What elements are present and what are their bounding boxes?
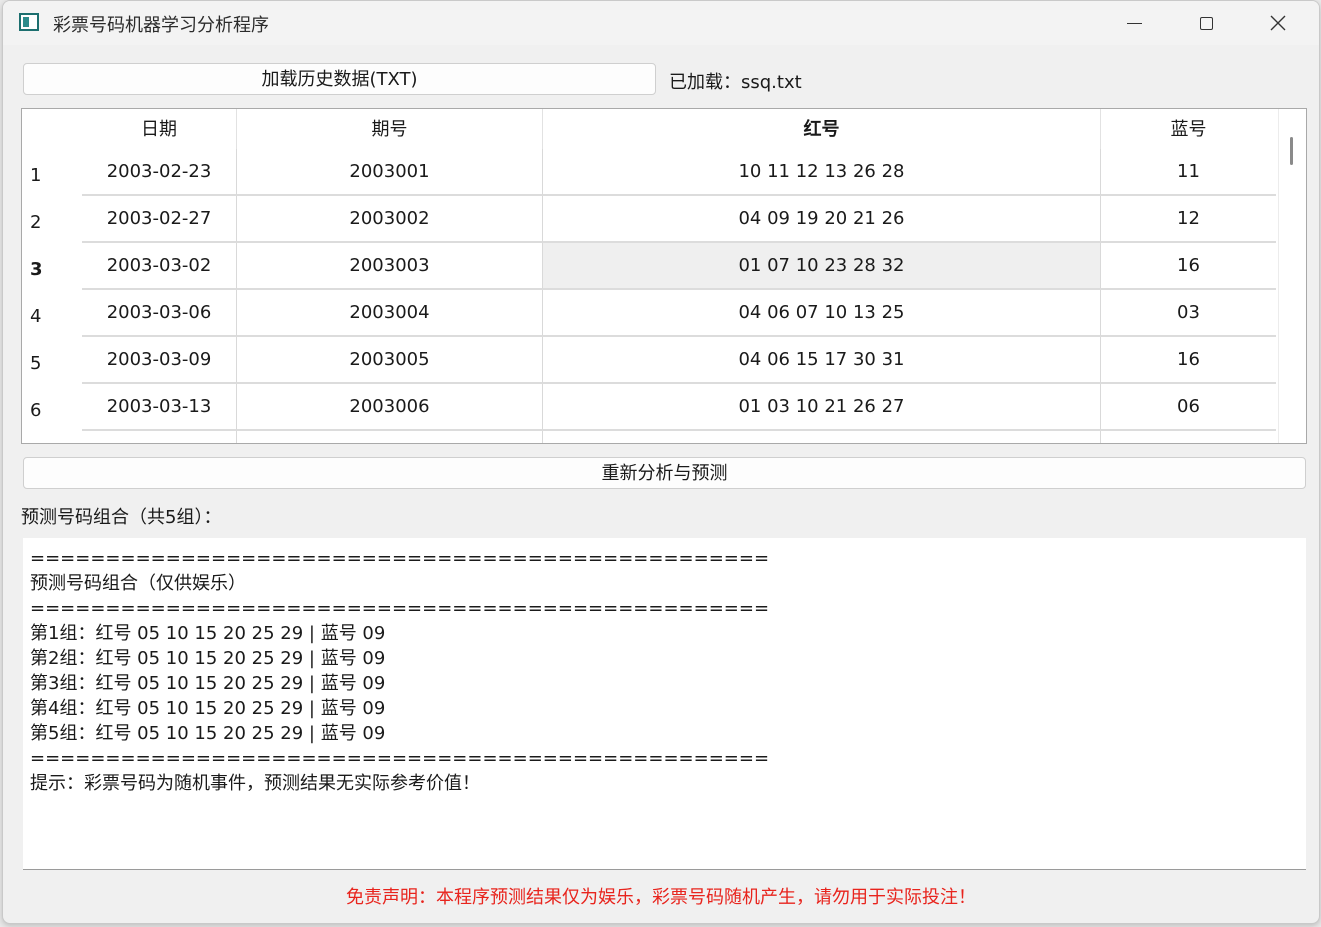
- output-line: 第5组：红号 05 10 15 20 25 29 | 蓝号 09: [30, 723, 386, 744]
- row-number[interactable]: 3: [22, 243, 82, 290]
- scrollbar-thumb[interactable]: [1290, 137, 1293, 165]
- output-line: 第3组：红号 05 10 15 20 25 29 | 蓝号 09: [30, 673, 386, 694]
- row-number[interactable]: 1: [22, 149, 82, 196]
- output-line: ========================================…: [30, 598, 770, 619]
- load-history-button[interactable]: 加载历史数据(TXT): [23, 63, 656, 95]
- window-title: 彩票号码机器学习分析程序: [53, 15, 269, 36]
- table-cell-issue[interactable]: 2003005: [237, 337, 543, 384]
- column-header-date[interactable]: 日期: [82, 109, 237, 151]
- maximize-icon: [1199, 16, 1213, 30]
- table-cell-issue[interactable]: 2003004: [237, 290, 543, 337]
- row-number[interactable]: 6: [22, 384, 82, 431]
- minimize-icon: [1126, 22, 1142, 24]
- table-cell-date[interactable]: 2003-03-09: [82, 337, 237, 384]
- row-number[interactable]: [22, 431, 82, 443]
- row-number[interactable]: 5: [22, 337, 82, 384]
- output-line: ========================================…: [30, 748, 770, 769]
- table-cell-blue[interactable]: 06: [1101, 384, 1276, 431]
- table-cell-red[interactable]: 10 11 12 13 26 28: [543, 149, 1101, 196]
- maximize-button[interactable]: [1171, 1, 1241, 45]
- disclaimer-text: 免责声明：本程序预测结果仅为娱乐，彩票号码随机产生，请勿用于实际投注！: [346, 887, 976, 908]
- table-cell-red[interactable]: 01 03 10 21 26 27: [543, 384, 1101, 431]
- table-cell-issue[interactable]: 2003003: [237, 243, 543, 290]
- table-cell-issue[interactable]: 2003002: [237, 196, 543, 243]
- table-cell-red[interactable]: 04 06 15 17 30 31: [543, 337, 1101, 384]
- output-line: 第1组：红号 05 10 15 20 25 29 | 蓝号 09: [30, 623, 386, 644]
- table-cell-blue[interactable]: [1101, 431, 1276, 443]
- table-cell-date[interactable]: 2003-02-27: [82, 196, 237, 243]
- output-line: 预测号码组合（仅供娱乐）: [30, 573, 246, 594]
- table-cell-blue[interactable]: 16: [1101, 337, 1276, 384]
- table-scrollbar[interactable]: [1278, 109, 1306, 443]
- loaded-file-label: 已加载：ssq.txt: [669, 72, 802, 93]
- table-cell-issue[interactable]: 2003006: [237, 384, 543, 431]
- table-cell-date[interactable]: 2003-03-13: [82, 384, 237, 431]
- table-cell-red[interactable]: 01 07 10 23 28 32: [543, 243, 1101, 290]
- table-cell-blue[interactable]: 12: [1101, 196, 1276, 243]
- row-number[interactable]: 4: [22, 290, 82, 337]
- table-cell-issue[interactable]: [237, 431, 543, 443]
- table-cell-date[interactable]: 2003-02-23: [82, 149, 237, 196]
- table-cell-blue[interactable]: 11: [1101, 149, 1276, 196]
- table-cell-date[interactable]: 2003-03-06: [82, 290, 237, 337]
- table-cell-red[interactable]: 04 09 19 20 21 26: [543, 196, 1101, 243]
- table-cell-blue[interactable]: 16: [1101, 243, 1276, 290]
- table-cell-date[interactable]: 2003-03-02: [82, 243, 237, 290]
- column-header-issue[interactable]: 期号: [237, 109, 543, 151]
- column-header-red[interactable]: 红号: [543, 109, 1101, 151]
- reanalyze-button[interactable]: 重新分析与预测: [23, 457, 1306, 489]
- table-cell-red[interactable]: 04 06 07 10 13 25: [543, 290, 1101, 337]
- table-cell-red[interactable]: [543, 431, 1101, 443]
- app-window-icon: [19, 13, 39, 31]
- close-icon: [1270, 15, 1286, 31]
- row-number[interactable]: 2: [22, 196, 82, 243]
- output-line: ========================================…: [30, 548, 770, 569]
- output-line: 提示：彩票号码为随机事件，预测结果无实际参考价值！: [30, 773, 480, 794]
- prediction-label: 预测号码组合（共5组）：: [21, 507, 222, 528]
- title-bar[interactable]: 彩票号码机器学习分析程序: [3, 1, 1319, 45]
- history-table[interactable]: 日期 期号 红号 蓝号 1 2003-02-23 2003001 10 11 12 1…: [21, 108, 1307, 444]
- minimize-button[interactable]: [1099, 1, 1169, 45]
- table-cell-date[interactable]: [82, 431, 237, 443]
- main-window: 彩票号码机器学习分析程序 加载历史数据(TXT) 已加载：ssq.txt 日期 …: [2, 0, 1320, 924]
- table-cell-issue[interactable]: 2003001: [237, 149, 543, 196]
- close-button[interactable]: [1243, 1, 1313, 45]
- column-header-blue[interactable]: 蓝号: [1101, 109, 1276, 151]
- output-line: 第2组：红号 05 10 15 20 25 29 | 蓝号 09: [30, 648, 386, 669]
- prediction-output[interactable]: ========================================…: [23, 538, 1306, 870]
- table-cell-blue[interactable]: 03: [1101, 290, 1276, 337]
- output-line: 第4组：红号 05 10 15 20 25 29 | 蓝号 09: [30, 698, 386, 719]
